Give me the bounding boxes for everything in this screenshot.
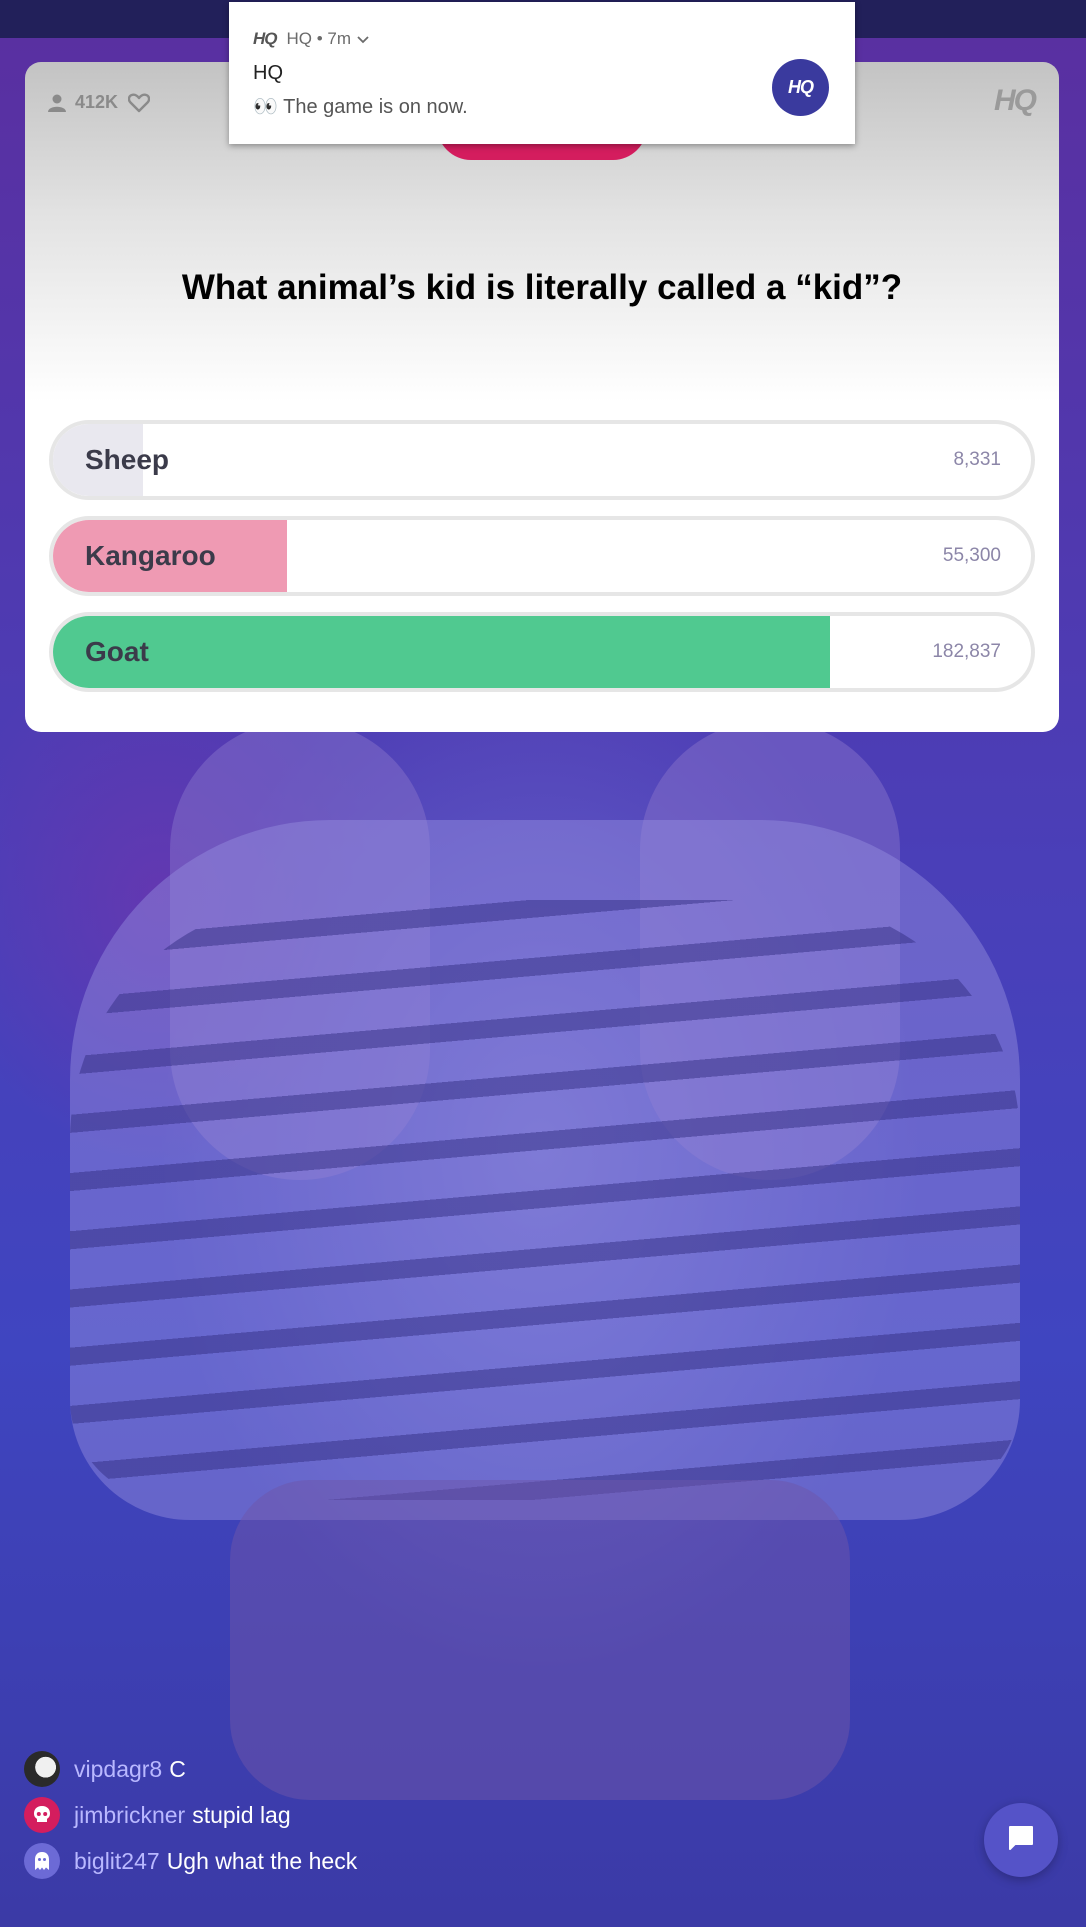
answer-votes: 8,331 bbox=[953, 449, 1001, 470]
answer-votes: 55,300 bbox=[942, 545, 1001, 566]
hq-logo: HQ bbox=[994, 84, 1037, 117]
notification-body: 👀 The game is on now. bbox=[253, 96, 468, 118]
chat-feed: vipdagr8 C jimbrickner stupid lag biglit… bbox=[24, 1746, 824, 1884]
viewer-count: 412K bbox=[75, 92, 119, 112]
heart-icon[interactable] bbox=[128, 93, 151, 113]
chat-username[interactable]: jimbrickner bbox=[74, 1802, 185, 1829]
answer-votes: 182,837 bbox=[932, 641, 1001, 662]
chat-message: biglit247 Ugh what the heck bbox=[24, 1838, 824, 1884]
avatar[interactable] bbox=[24, 1751, 60, 1787]
notification-app-icon: HQ bbox=[772, 59, 829, 116]
answer-bar-fill bbox=[53, 616, 830, 688]
question-text: What animal’s kid is literally called a … bbox=[181, 268, 903, 307]
answer-label: Goat bbox=[85, 636, 149, 667]
answer-option[interactable]: Sheep 8,331 bbox=[49, 420, 1035, 500]
chat-message: vipdagr8 C bbox=[24, 1746, 824, 1792]
chat-username[interactable]: biglit247 bbox=[74, 1848, 160, 1875]
answer-option[interactable]: Goat 182,837 bbox=[49, 612, 1035, 692]
notification-meta: HQ • 7m bbox=[286, 29, 352, 48]
chat-text: stupid lag bbox=[192, 1801, 291, 1828]
chevron-down-icon[interactable] bbox=[357, 29, 369, 49]
skull-icon[interactable] bbox=[24, 1797, 60, 1833]
person-icon bbox=[47, 93, 67, 113]
notification-title: HQ bbox=[253, 62, 283, 84]
chat-message: jimbrickner stupid lag bbox=[24, 1792, 824, 1838]
push-notification[interactable]: HQ HQ • 7m HQ 👀 The game is on now. HQ bbox=[229, 2, 855, 144]
chat-button[interactable] bbox=[984, 1803, 1058, 1877]
notification-header: HQ HQ • 7m bbox=[253, 29, 369, 49]
answer-label: Kangaroo bbox=[85, 540, 216, 571]
answer-option[interactable]: Kangaroo 55,300 bbox=[49, 516, 1035, 596]
host-shirt-stripes bbox=[70, 900, 1020, 1500]
chat-bubble-icon bbox=[1006, 1823, 1036, 1858]
chat-username[interactable]: vipdagr8 bbox=[74, 1756, 162, 1783]
ghost-icon[interactable] bbox=[24, 1843, 60, 1879]
viewer-stats: 412K bbox=[47, 92, 151, 113]
chat-text: C bbox=[169, 1755, 186, 1782]
chat-text: Ugh what the heck bbox=[166, 1847, 358, 1874]
hq-small-logo: HQ bbox=[253, 29, 277, 48]
answer-label: Sheep bbox=[85, 444, 170, 475]
question-card: 412K HQ What animal’s kid is literally c… bbox=[25, 62, 1059, 732]
